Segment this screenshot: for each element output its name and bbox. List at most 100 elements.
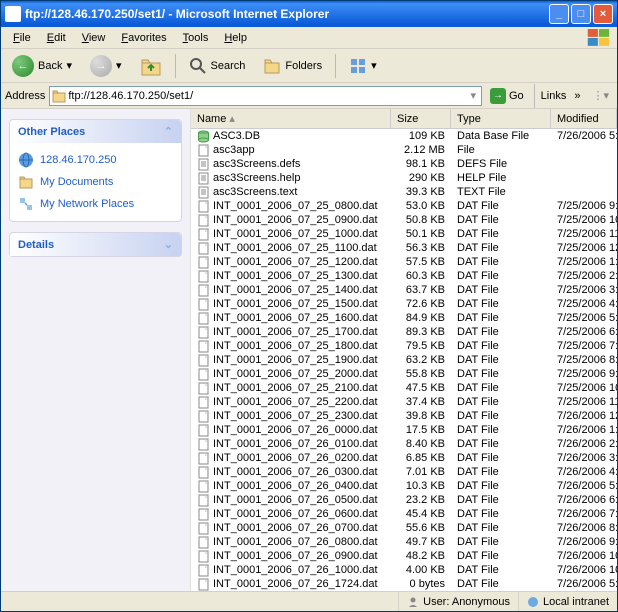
col-header-type[interactable]: Type xyxy=(451,109,551,128)
file-row[interactable]: INT_0001_2006_07_25_2100.dat47.5 KBDAT F… xyxy=(191,381,617,395)
file-type: DAT File xyxy=(451,494,551,506)
file-size: 60.3 KB xyxy=(391,270,451,282)
search-label: Search xyxy=(211,60,246,72)
file-row[interactable]: INT_0001_2006_07_26_0400.dat10.3 KBDAT F… xyxy=(191,479,617,493)
file-row[interactable]: INT_0001_2006_07_25_1700.dat89.3 KBDAT F… xyxy=(191,325,617,339)
toolbar-options-icon[interactable]: ⋮▾ xyxy=(588,89,613,102)
file-row[interactable]: INT_0001_2006_07_26_1000.dat4.00 KBDAT F… xyxy=(191,563,617,577)
file-row[interactable]: INT_0001_2006_07_26_0700.dat55.6 KBDAT F… xyxy=(191,521,617,535)
file-name: INT_0001_2006_07_26_0100.dat xyxy=(191,438,391,451)
col-header-name[interactable]: Name▴ xyxy=(191,109,391,128)
file-row[interactable]: INT_0001_2006_07_25_1500.dat72.6 KBDAT F… xyxy=(191,297,617,311)
file-modified: 7/25/2006 5:00 PM xyxy=(551,312,617,324)
chevron-down-icon[interactable]: ▾ xyxy=(467,89,479,102)
file-row[interactable]: INT_0001_2006_07_26_0900.dat48.2 KBDAT F… xyxy=(191,549,617,563)
back-button[interactable]: ←Back▾ xyxy=(5,52,79,80)
file-row[interactable]: asc3Screens.help290 KBHELP File xyxy=(191,171,617,185)
sidebar-item-host[interactable]: 128.46.170.250 xyxy=(18,149,173,171)
menu-view[interactable]: View xyxy=(74,29,114,47)
address-input[interactable] xyxy=(66,90,467,102)
file-row[interactable]: asc3Screens.text39.3 KBTEXT File xyxy=(191,185,617,199)
file-list-body[interactable]: ASC3.DB109 KBData Base File7/26/2006 5:2… xyxy=(191,129,617,591)
file-row[interactable]: INT_0001_2006_07_25_1900.dat63.2 KBDAT F… xyxy=(191,353,617,367)
file-row[interactable]: INT_0001_2006_07_26_0600.dat45.4 KBDAT F… xyxy=(191,507,617,521)
file-row[interactable]: INT_0001_2006_07_25_2200.dat37.4 KBDAT F… xyxy=(191,395,617,409)
file-row[interactable]: INT_0001_2006_07_25_2300.dat39.8 KBDAT F… xyxy=(191,409,617,423)
file-size: 39.8 KB xyxy=(391,410,451,422)
links-chevron-icon[interactable]: » xyxy=(570,90,584,102)
search-button[interactable]: Search xyxy=(182,54,253,78)
file-row[interactable]: INT_0001_2006_07_26_0000.dat17.5 KBDAT F… xyxy=(191,423,617,437)
file-list-header: Name▴ Size Type Modified xyxy=(191,109,617,129)
forward-button[interactable]: →▾ xyxy=(83,52,129,80)
file-name: INT_0001_2006_07_25_1600.dat xyxy=(191,312,391,325)
menu-favorites[interactable]: Favorites xyxy=(113,29,174,47)
sidebar: Other Places⌃ 128.46.170.250 My Document… xyxy=(1,109,191,591)
file-row[interactable]: INT_0001_2006_07_25_1300.dat60.3 KBDAT F… xyxy=(191,269,617,283)
file-modified: 7/25/2006 6:00 PM xyxy=(551,326,617,338)
file-size: 7.01 KB xyxy=(391,466,451,478)
close-button[interactable]: × xyxy=(593,4,613,24)
file-name: asc3Screens.defs xyxy=(191,158,391,171)
col-header-size[interactable]: Size xyxy=(391,109,451,128)
file-name: INT_0001_2006_07_25_1500.dat xyxy=(191,298,391,311)
file-size: 8.40 KB xyxy=(391,438,451,450)
col-header-modified[interactable]: Modified xyxy=(551,109,617,128)
file-row[interactable]: INT_0001_2006_07_25_1600.dat84.9 KBDAT F… xyxy=(191,311,617,325)
file-row[interactable]: INT_0001_2006_07_26_0300.dat7.01 KBDAT F… xyxy=(191,465,617,479)
collapse-icon: ⌃ xyxy=(164,125,173,138)
file-modified: 7/26/2006 10:04 AM xyxy=(551,564,617,576)
file-row[interactable]: INT_0001_2006_07_25_1000.dat50.1 KBDAT F… xyxy=(191,227,617,241)
file-row[interactable]: asc3Screens.defs98.1 KBDEFS File xyxy=(191,157,617,171)
file-row[interactable]: INT_0001_2006_07_25_1800.dat79.5 KBDAT F… xyxy=(191,339,617,353)
file-list: Name▴ Size Type Modified ASC3.DB109 KBDa… xyxy=(191,109,617,591)
file-row[interactable]: ASC3.DB109 KBData Base File7/26/2006 5:2… xyxy=(191,129,617,143)
file-type: DEFS File xyxy=(451,158,551,170)
details-header[interactable]: Details⌄ xyxy=(10,233,181,256)
window-title: ftp://128.46.170.250/set1/ - Microsoft I… xyxy=(25,7,549,21)
menu-help[interactable]: Help xyxy=(216,29,255,47)
sidebar-item-documents[interactable]: My Documents xyxy=(18,171,173,193)
file-type: DAT File xyxy=(451,508,551,520)
file-name: INT_0001_2006_07_25_2200.dat xyxy=(191,396,391,409)
file-modified: 7/26/2006 8:00 AM xyxy=(551,522,617,534)
file-modified: 7/26/2006 1:00 AM xyxy=(551,424,617,436)
file-row[interactable]: INT_0001_2006_07_25_1200.dat57.5 KBDAT F… xyxy=(191,255,617,269)
back-icon: ← xyxy=(12,55,34,77)
other-places-header[interactable]: Other Places⌃ xyxy=(10,120,181,143)
maximize-button[interactable]: □ xyxy=(571,4,591,24)
file-name: INT_0001_2006_07_26_1000.dat xyxy=(191,564,391,577)
go-button[interactable]: →Go xyxy=(486,88,528,104)
up-button[interactable] xyxy=(133,52,169,80)
file-row[interactable]: INT_0001_2006_07_26_0200.dat6.85 KBDAT F… xyxy=(191,451,617,465)
views-button[interactable]: ▾ xyxy=(342,54,384,78)
file-row[interactable]: INT_0001_2006_07_25_1400.dat63.7 KBDAT F… xyxy=(191,283,617,297)
file-row[interactable]: INT_0001_2006_07_25_0900.dat50.8 KBDAT F… xyxy=(191,213,617,227)
file-row[interactable]: INT_0001_2006_07_26_0100.dat8.40 KBDAT F… xyxy=(191,437,617,451)
menu-edit[interactable]: Edit xyxy=(39,29,74,47)
file-row[interactable]: INT_0001_2006_07_26_0500.dat23.2 KBDAT F… xyxy=(191,493,617,507)
folder-up-icon xyxy=(140,55,162,77)
file-size: 57.5 KB xyxy=(391,256,451,268)
sort-asc-icon: ▴ xyxy=(229,112,235,125)
file-row[interactable]: INT_0001_2006_07_26_1724.dat0 bytesDAT F… xyxy=(191,577,617,591)
sidebar-host-label: 128.46.170.250 xyxy=(40,154,116,166)
sidebar-documents-label: My Documents xyxy=(40,176,113,188)
file-row[interactable]: asc3app2.12 MBFile xyxy=(191,143,617,157)
file-row[interactable]: INT_0001_2006_07_26_0800.dat49.7 KBDAT F… xyxy=(191,535,617,549)
file-type: DAT File xyxy=(451,228,551,240)
address-input-wrap[interactable]: ▾ xyxy=(49,86,482,106)
minimize-button[interactable]: _ xyxy=(549,4,569,24)
file-row[interactable]: INT_0001_2006_07_25_1100.dat56.3 KBDAT F… xyxy=(191,241,617,255)
file-row[interactable]: INT_0001_2006_07_25_2000.dat55.8 KBDAT F… xyxy=(191,367,617,381)
links-label[interactable]: Links xyxy=(541,90,567,102)
menu-file[interactable]: File xyxy=(5,29,39,47)
folders-button[interactable]: Folders xyxy=(256,54,329,78)
file-row[interactable]: INT_0001_2006_07_25_0800.dat53.0 KBDAT F… xyxy=(191,199,617,213)
file-type: DAT File xyxy=(451,326,551,338)
file-name: INT_0001_2006_07_26_0500.dat xyxy=(191,494,391,507)
documents-icon xyxy=(18,174,34,190)
file-name: INT_0001_2006_07_26_1724.dat xyxy=(191,578,391,591)
sidebar-item-network[interactable]: My Network Places xyxy=(18,193,173,215)
menu-tools[interactable]: Tools xyxy=(175,29,217,47)
